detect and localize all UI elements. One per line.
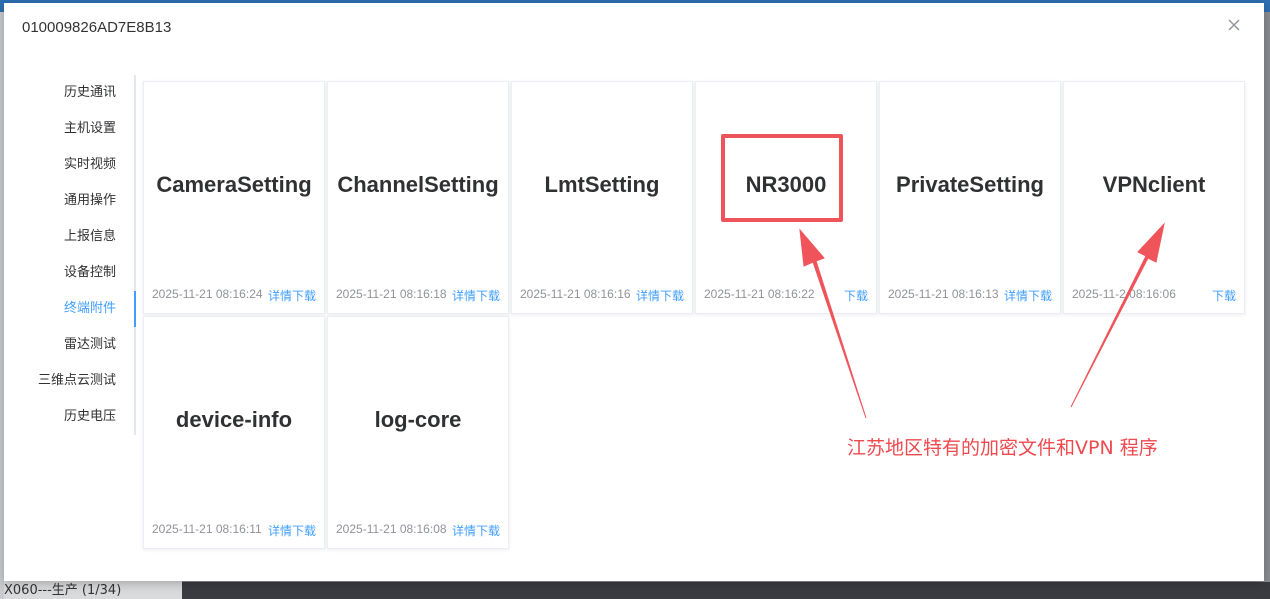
file-date: 2025-11-21 08:16:11 bbox=[152, 522, 262, 536]
file-date: 2025-11-21 08:16:08 bbox=[336, 522, 447, 536]
file-card: device-info 2025-11-21 08:16:11 详情下载 bbox=[143, 316, 325, 549]
file-date: 2025-11-21 08:16:16 bbox=[520, 287, 631, 301]
download-link[interactable]: 下载 bbox=[292, 289, 316, 303]
menu-item-host-settings[interactable]: 主机设置 bbox=[4, 111, 134, 147]
detail-link[interactable]: 详情 bbox=[268, 289, 292, 303]
menu-item-point-cloud-test[interactable]: 三维点云测试 bbox=[4, 363, 134, 399]
menu-item-history-comm[interactable]: 历史通讯 bbox=[4, 75, 134, 111]
file-name: ChannelSetting bbox=[337, 172, 499, 197]
file-card: CameraSetting 2025-11-21 08:16:24 详情下载 bbox=[143, 81, 325, 314]
detail-link[interactable]: 详情 bbox=[452, 289, 476, 303]
menu-item-live-video[interactable]: 实时视频 bbox=[4, 147, 134, 183]
card-footer: 2025-11-21 08:16:11 详情下载 bbox=[152, 522, 316, 538]
card-footer: 2025-11-21 08:16:18 详情下载 bbox=[336, 287, 500, 303]
side-menu: 历史通讯 主机设置 实时视频 通用操作 上报信息 设备控制 终端附件 雷达测试 … bbox=[4, 75, 136, 435]
close-icon[interactable] bbox=[1226, 17, 1242, 33]
menu-item-device-control[interactable]: 设备控制 bbox=[4, 255, 134, 291]
menu-item-history-voltage[interactable]: 历史电压 bbox=[4, 399, 134, 435]
download-link[interactable]: 下载 bbox=[1212, 289, 1236, 303]
background-video-area bbox=[182, 582, 1270, 599]
detail-link[interactable]: 详情 bbox=[268, 524, 292, 538]
download-link[interactable]: 下载 bbox=[1028, 289, 1052, 303]
file-date: 2025-11-2 08:16:06 bbox=[1072, 287, 1176, 301]
card-footer: 2025-11-21 08:16:24 详情下载 bbox=[152, 287, 316, 303]
menu-item-general-ops[interactable]: 通用操作 bbox=[4, 183, 134, 219]
detail-link[interactable]: 详情 bbox=[452, 524, 476, 538]
file-name: CameraSetting bbox=[156, 172, 312, 197]
detail-link[interactable]: 详情 bbox=[1004, 289, 1028, 303]
file-name: VPNclient bbox=[1102, 172, 1206, 197]
file-name: PrivateSetting bbox=[896, 172, 1044, 197]
file-date: 2025-11-21 08:16:24 bbox=[152, 287, 263, 301]
detail-link[interactable]: 详情 bbox=[636, 289, 660, 303]
card-footer: 2025-11-2 08:16:06 下载 bbox=[1072, 287, 1236, 303]
card-footer: 2025-11-21 08:16:22 下载 bbox=[704, 287, 868, 303]
download-link[interactable]: 下载 bbox=[476, 289, 500, 303]
download-link[interactable]: 下载 bbox=[844, 289, 868, 303]
file-card: VPNclient 2025-11-2 08:16:06 下载 bbox=[1063, 81, 1245, 314]
file-name: LmtSetting bbox=[544, 172, 660, 197]
file-card: LmtSetting 2025-11-21 08:16:16 详情下载 bbox=[511, 81, 693, 314]
dialog-title: 010009826AD7E8B13 bbox=[22, 19, 172, 36]
annotation-highlight-box bbox=[721, 134, 843, 222]
download-link[interactable]: 下载 bbox=[292, 524, 316, 538]
background-status-text: X060---生产 (1/34) bbox=[4, 583, 122, 598]
file-card: PrivateSetting 2025-11-21 08:16:13 详情下载 bbox=[879, 81, 1061, 314]
download-link[interactable]: 下载 bbox=[660, 289, 684, 303]
file-date: 2025-11-21 08:16:22 bbox=[704, 287, 815, 301]
file-card: log-core 2025-11-21 08:16:08 详情下载 bbox=[327, 316, 509, 549]
file-name: log-core bbox=[374, 407, 462, 432]
file-date: 2025-11-21 08:16:18 bbox=[336, 287, 447, 301]
card-footer: 2025-11-21 08:16:08 详情下载 bbox=[336, 522, 500, 538]
menu-item-radar-test[interactable]: 雷达测试 bbox=[4, 327, 134, 363]
file-card: ChannelSetting 2025-11-21 08:16:18 详情下载 bbox=[327, 81, 509, 314]
card-footer: 2025-11-21 08:16:16 详情下载 bbox=[520, 287, 684, 303]
card-footer: 2025-11-21 08:16:13 详情下载 bbox=[888, 287, 1052, 303]
file-name: device-info bbox=[175, 407, 293, 432]
download-link[interactable]: 下载 bbox=[476, 524, 500, 538]
annotation-text: 江苏地区特有的加密文件和VPN 程序 bbox=[847, 437, 1158, 459]
file-date: 2025-11-21 08:16:13 bbox=[888, 287, 999, 301]
menu-item-report-info[interactable]: 上报信息 bbox=[4, 219, 134, 255]
menu-item-terminal-attachments[interactable]: 终端附件 bbox=[4, 291, 136, 327]
